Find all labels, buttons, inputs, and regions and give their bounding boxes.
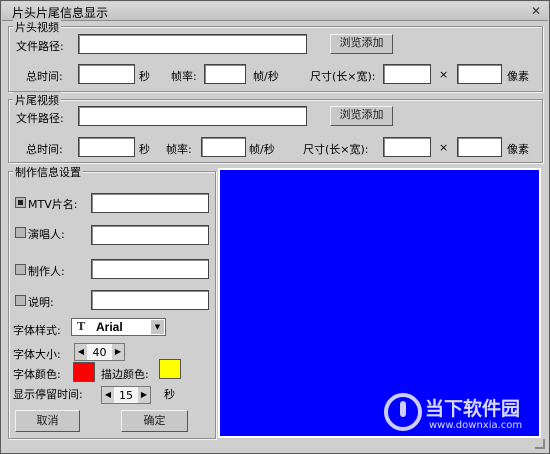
- stroke-color-swatch[interactable]: [159, 359, 181, 379]
- font-size-stepper[interactable]: ◀ 40 ▶: [74, 343, 125, 361]
- header-browse-button[interactable]: 浏览添加: [330, 34, 393, 54]
- font-type-icon: T: [77, 320, 86, 333]
- footer-path-input[interactable]: [78, 106, 307, 126]
- footer-frame-rate-label: 帧率:: [166, 143, 192, 156]
- header-total-time-label: 总时间:: [26, 70, 63, 83]
- watermark-url: www.downxia.com: [429, 420, 523, 431]
- footer-height-input[interactable]: [457, 137, 502, 157]
- font-style-select[interactable]: T Arial ▼: [71, 318, 166, 336]
- mtv-checkbox[interactable]: [15, 197, 26, 208]
- watermark: 当下软件园 www.downxia.com: [379, 389, 544, 439]
- font-color-label: 字体颜色:: [13, 368, 61, 381]
- footer-frame-unit: 帧/秒: [249, 143, 275, 156]
- chevron-down-icon[interactable]: ▼: [151, 320, 164, 334]
- header-frame-unit: 帧/秒: [253, 70, 279, 83]
- font-size-label: 字体大小:: [13, 348, 61, 361]
- close-icon[interactable]: ✕: [530, 5, 542, 17]
- footer-path-label: 文件路径:: [16, 112, 64, 125]
- header-width-input[interactable]: [383, 64, 431, 84]
- duration-stepper[interactable]: ◀ 15 ▶: [101, 386, 151, 404]
- footer-sec-unit: 秒: [139, 143, 150, 156]
- header-size-label: 尺寸(长×宽):: [310, 70, 376, 83]
- header-frame-rate-label: 帧率:: [171, 70, 197, 83]
- decrement-icon[interactable]: ◀: [102, 387, 114, 403]
- mtv-label: MTV片名:: [28, 198, 78, 211]
- footer-frame-rate-input[interactable]: [201, 137, 246, 157]
- footer-video-group-label: 片尾视频: [13, 92, 61, 108]
- producer-label: 制作人:: [28, 265, 65, 278]
- header-frame-rate-input[interactable]: [204, 64, 246, 84]
- font-color-swatch[interactable]: [73, 362, 95, 382]
- footer-width-input[interactable]: [383, 137, 431, 157]
- watermark-logo-icon: [384, 393, 422, 431]
- settings-group-label: 制作信息设置: [13, 164, 83, 180]
- note-input[interactable]: [91, 290, 209, 310]
- ok-button[interactable]: 确定: [121, 410, 188, 432]
- duration-value: 15: [119, 388, 133, 402]
- resize-grip-icon[interactable]: [535, 439, 545, 449]
- dialog-window: 片头片尾信息显示 ✕ 片头视频 文件路径: 浏览添加 总时间: 秒 帧率: 帧/…: [0, 0, 550, 454]
- increment-icon[interactable]: ▶: [112, 344, 124, 360]
- increment-icon[interactable]: ▶: [138, 387, 150, 403]
- footer-total-time-input[interactable]: [78, 137, 135, 157]
- footer-browse-button[interactable]: 浏览添加: [330, 106, 393, 126]
- title-bar[interactable]: 片头片尾信息显示 ✕: [2, 2, 548, 21]
- footer-times-sign: ×: [439, 141, 449, 154]
- header-video-group-label: 片头视频: [13, 19, 61, 35]
- cancel-button[interactable]: 取消: [15, 410, 80, 432]
- font-style-label: 字体样式:: [13, 324, 61, 337]
- decrement-icon[interactable]: ◀: [75, 344, 87, 360]
- singer-input[interactable]: [91, 225, 209, 245]
- footer-pixel-unit: 像素: [507, 143, 529, 156]
- footer-size-label: 尺寸(长×宽):: [303, 143, 369, 156]
- header-pixel-unit: 像素: [507, 70, 529, 83]
- mtv-title-input[interactable]: [91, 193, 209, 213]
- header-total-time-input[interactable]: [78, 64, 135, 84]
- watermark-brand: 当下软件园: [425, 398, 521, 420]
- note-checkbox[interactable]: [15, 295, 26, 306]
- header-path-label: 文件路径:: [16, 40, 64, 53]
- font-size-value: 40: [92, 345, 107, 359]
- duration-label: 显示停留时间:: [13, 388, 83, 401]
- note-label: 说明:: [28, 296, 54, 309]
- producer-input[interactable]: [91, 259, 209, 279]
- stroke-color-label: 描边颜色:: [101, 368, 149, 381]
- duration-unit: 秒: [164, 388, 175, 401]
- font-style-value: Arial: [96, 320, 123, 334]
- producer-checkbox[interactable]: [15, 264, 26, 275]
- footer-total-time-label: 总时间:: [26, 143, 63, 156]
- singer-label: 演唱人:: [28, 228, 65, 241]
- header-sec-unit: 秒: [139, 70, 150, 83]
- singer-checkbox[interactable]: [15, 227, 26, 238]
- header-height-input[interactable]: [457, 64, 502, 84]
- header-times-sign: ×: [439, 68, 449, 81]
- header-path-input[interactable]: [78, 34, 307, 54]
